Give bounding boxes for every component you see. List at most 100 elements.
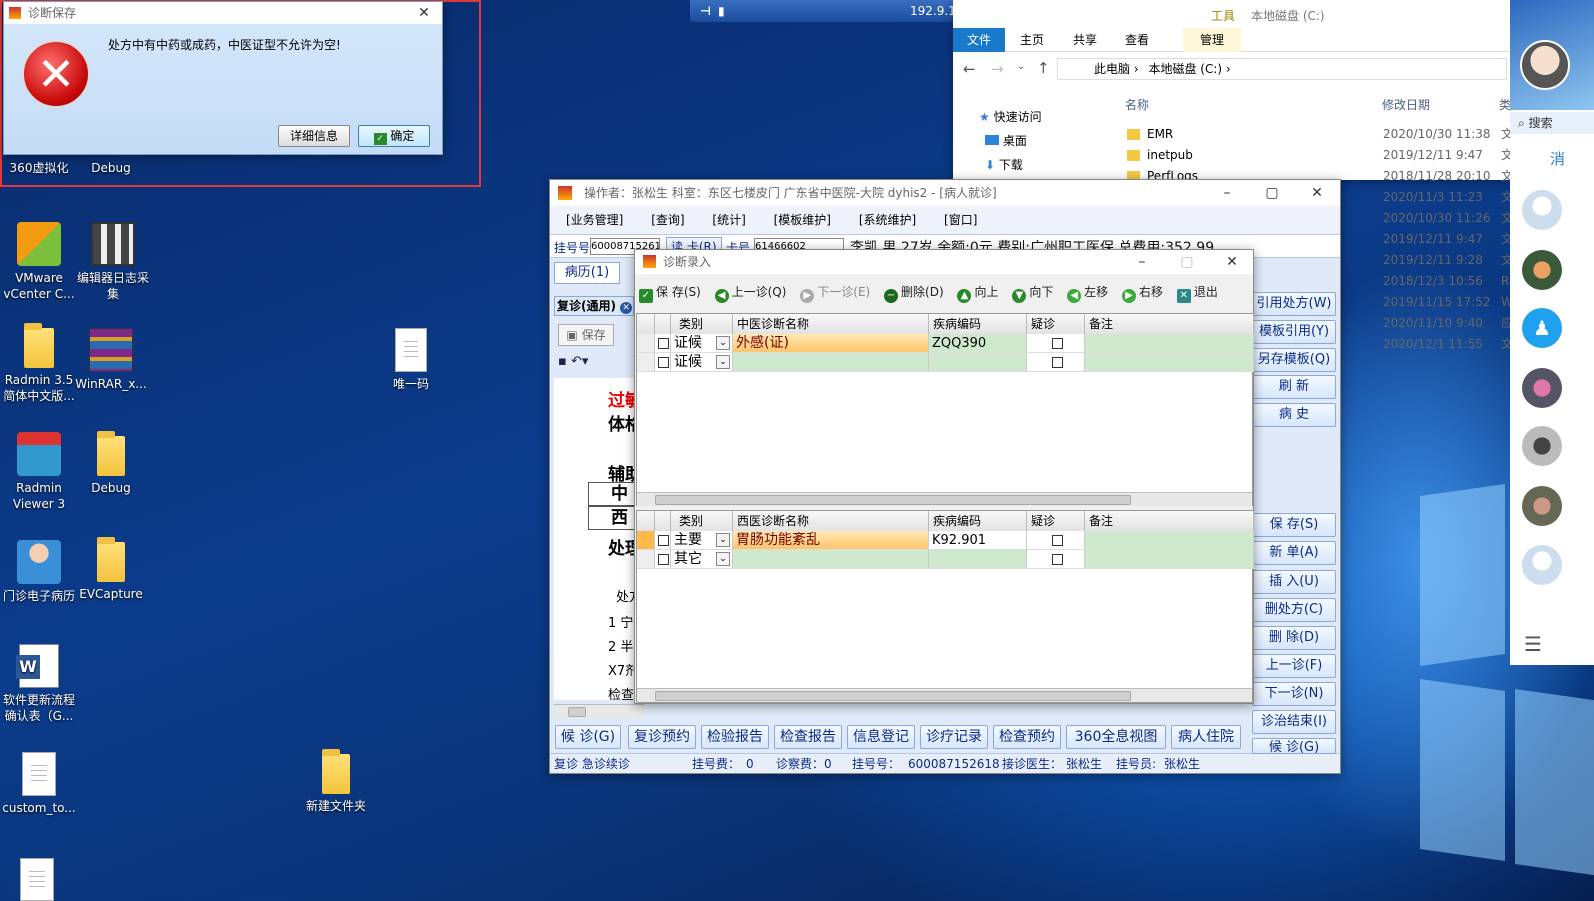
tab-share[interactable]: 共享 [1073, 28, 1097, 52]
cell-note[interactable] [1085, 334, 1254, 353]
breadcrumb-pc[interactable]: 此电脑 [1094, 62, 1130, 76]
table-row[interactable]: 证候 ⌄ [637, 353, 1254, 372]
cell-type[interactable]: 其它 ⌄ [671, 550, 733, 569]
side-btn-refresh[interactable]: 刷 新 [1252, 375, 1336, 399]
desktop-icon-evcapture[interactable]: EVCapture [72, 537, 150, 602]
messages-tab[interactable]: 消 [1550, 148, 1565, 169]
cell-name[interactable] [733, 550, 929, 569]
checkbox[interactable] [658, 337, 669, 349]
cell-note[interactable] [1085, 353, 1254, 372]
cell-note[interactable] [1085, 550, 1254, 569]
nav-desktop[interactable]: 桌面 [985, 132, 1027, 149]
tool-tab[interactable]: 工具 [1211, 7, 1235, 24]
cell-code[interactable]: K92.901 [929, 531, 1027, 550]
cell-type[interactable]: 证候 ⌄ [671, 334, 733, 353]
cell-name[interactable]: 外感(证) [733, 334, 929, 353]
side-btn-history[interactable]: 病 史 [1252, 403, 1336, 427]
row-checkbox[interactable] [655, 353, 671, 372]
table-row[interactable]: 其它 ⌄ [637, 550, 1254, 569]
checkbox[interactable] [658, 553, 669, 565]
pin-icon[interactable]: ⊣ [700, 0, 711, 22]
desktop-icon-debug2[interactable]: Debug [72, 431, 150, 496]
cell-type[interactable]: 证候 ⌄ [671, 353, 733, 372]
contact-avatar[interactable] [1522, 545, 1562, 585]
wm-col-type[interactable]: 类别 [671, 511, 733, 531]
checkbox[interactable] [1051, 534, 1063, 546]
cell-code[interactable] [929, 550, 1027, 569]
menu-stats[interactable]: [统计] [700, 209, 757, 231]
minimize-button[interactable]: – [1120, 250, 1164, 274]
side-btn-finish[interactable]: 诊治结束(I) [1252, 710, 1336, 734]
file-row[interactable]: inetpub 2019/12/11 9:47 文 [1125, 145, 1565, 166]
breadcrumb-drive[interactable]: 本地磁盘 (C:) [1148, 62, 1222, 76]
chevron-down-icon[interactable]: ⌄ [716, 533, 730, 547]
checkbox[interactable] [1051, 553, 1063, 565]
tcm-col-code[interactable]: 疾病编码 [929, 314, 1027, 334]
settings-file-icon[interactable] [20, 858, 54, 901]
desktop-icon-winrar[interactable]: WinRAR_x... [72, 328, 150, 392]
desktop-icon-custom[interactable]: custom_to... [0, 752, 78, 816]
side-btn-wait[interactable]: 候 诊(G) [1252, 738, 1336, 754]
tab-file[interactable]: 文件 [953, 28, 1005, 52]
diag-right-button[interactable]: ▶ 右移 [1122, 280, 1163, 304]
checkbox[interactable] [1051, 356, 1063, 368]
tab-view[interactable]: 查看 [1125, 28, 1149, 52]
tcm-col-note[interactable]: 备注 [1085, 314, 1254, 334]
ok-button[interactable]: ✓ 确定 [358, 125, 430, 147]
tcm-col-suspect[interactable]: 疑诊 [1027, 314, 1085, 334]
bottom-btn-info[interactable]: 信息登记 [847, 725, 915, 749]
menu-template[interactable]: [模板维护] [762, 209, 843, 231]
close-button[interactable]: ✕ [406, 2, 442, 24]
side-btn-save[interactable]: 保 存(S) [1252, 513, 1336, 537]
forward-icon[interactable]: → [991, 60, 1004, 78]
chevron-down-icon[interactable]: ⌄ [1017, 61, 1025, 72]
contact-avatar[interactable] [1522, 486, 1562, 526]
tab-home[interactable]: 主页 [1020, 28, 1044, 52]
checkbox[interactable] [1051, 337, 1063, 349]
undo-icon[interactable]: ↶▾ [571, 354, 588, 369]
back-icon[interactable]: ← [963, 60, 976, 78]
cell-code[interactable] [929, 353, 1027, 372]
cell-note[interactable] [1085, 531, 1254, 550]
contact-avatar[interactable] [1522, 426, 1562, 466]
desktop-icon-new-folder[interactable]: 新建文件夹 [297, 749, 375, 814]
cell-name[interactable]: 胃肠功能紊乱 [733, 531, 929, 550]
bottom-btn-exam-report[interactable]: 检查报告 [774, 725, 842, 749]
cell-code[interactable]: ZQQ390 [929, 334, 1027, 353]
table-row[interactable]: 主要 ⌄ 胃肠功能紊乱 K92.901 [637, 531, 1254, 550]
close-tab-icon[interactable]: ✕ [620, 302, 633, 314]
wm-col-note[interactable]: 备注 [1085, 511, 1254, 531]
up-icon[interactable]: ↑ [1037, 59, 1050, 77]
details-button[interactable]: 详细信息 [278, 125, 350, 147]
diag-prev-button[interactable]: ◀ 上一诊(Q) [714, 280, 786, 304]
checkbox[interactable] [658, 534, 669, 546]
doc-scrollbar[interactable] [554, 704, 644, 718]
cell-suspect[interactable] [1027, 334, 1085, 353]
wm-col-suspect[interactable]: 疑诊 [1027, 511, 1085, 531]
wm-col-name[interactable]: 西医诊断名称 [733, 511, 929, 531]
wm-scrollbar[interactable] [637, 688, 1252, 702]
diag-next-button[interactable]: ▶ 下一诊(E) [800, 280, 870, 304]
tab-revisit[interactable]: 复诊(通用) ✕ [554, 296, 634, 316]
cell-type[interactable]: 主要 ⌄ [671, 531, 733, 550]
row-checkbox[interactable] [655, 334, 671, 353]
menu-query[interactable]: [查询] [639, 209, 696, 231]
diag-up-button[interactable]: ▲ 向上 [957, 280, 999, 304]
cell-name[interactable] [733, 353, 929, 372]
minimize-button[interactable]: – [1205, 180, 1249, 206]
desktop-icon-emr[interactable]: 门诊电子病历 [0, 540, 78, 604]
desktop-icon-radmin-viewer[interactable]: Radmin Viewer 3 [0, 432, 78, 512]
nav-quick-access[interactable]: ★ 快速访问 [979, 108, 1042, 125]
contact-avatar[interactable] [1522, 190, 1562, 230]
bottom-btn-lab-report[interactable]: 检验报告 [701, 725, 769, 749]
side-btn-delete[interactable]: 删 除(D) [1252, 626, 1336, 650]
cell-suspect[interactable] [1027, 531, 1085, 550]
diag-save-button[interactable]: ✓ 保 存(S) [639, 280, 701, 304]
bottom-btn-wait[interactable]: 候 诊(G) [555, 725, 621, 749]
side-btn-save-template[interactable]: 另存模板(Q) [1252, 348, 1336, 372]
tcm-col-name[interactable]: 中医诊断名称 [733, 314, 929, 334]
contact-group-icon[interactable]: ♟ [1522, 308, 1562, 348]
diag-down-button[interactable]: ▼ 向下 [1012, 280, 1053, 304]
diag-exit-button[interactable]: ✕ 退出 [1176, 280, 1218, 304]
bottom-btn-records[interactable]: 诊疗记录 [920, 725, 988, 749]
